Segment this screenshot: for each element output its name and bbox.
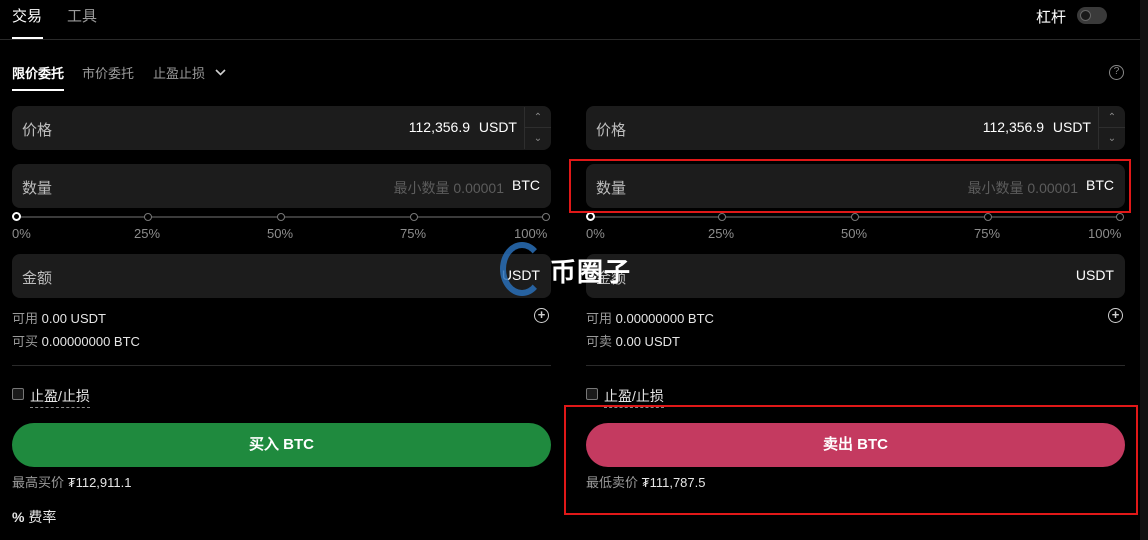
order-type-tpsl-label: 止盈止损: [153, 66, 206, 81]
sell-available-value: 0.00000000 BTC: [615, 311, 714, 326]
sell-slider-tick: 100%: [1088, 226, 1122, 241]
sell-slider-tick: 75%: [974, 226, 1001, 241]
buy-slider-stop[interactable]: [144, 213, 152, 221]
buy-quantity-unit: BTC: [512, 177, 540, 193]
buy-max-value: 0.00000000 BTC: [41, 334, 140, 349]
buy-slider-stop[interactable]: [542, 213, 550, 221]
top-divider: [0, 39, 1148, 40]
sell-slider-tick: 0%: [586, 226, 605, 241]
buy-price-unit: USDT: [478, 119, 517, 135]
buy-amount-label: 金额: [22, 270, 53, 287]
chevron-down-icon: [215, 64, 226, 79]
sell-amount-unit: USDT: [1075, 267, 1114, 283]
sell-amount-field[interactable]: 金额 USDT: [586, 254, 1125, 298]
scrollbar[interactable]: [1140, 0, 1148, 540]
buy-quantity-label: 数量: [22, 180, 53, 197]
sell-price-field[interactable]: 价格 112,356.9 USDT ⌃ ⌄: [586, 106, 1125, 150]
decrement-icon[interactable]: ⌄: [1099, 128, 1125, 149]
buy-price-label: 价格: [22, 122, 53, 139]
sell-tpsl-checkbox[interactable]: [586, 388, 598, 400]
sell-slider-stop[interactable]: [718, 213, 726, 221]
sell-slider-stop[interactable]: [851, 213, 859, 221]
buy-best-price-label: 最高买价: [12, 475, 65, 490]
buy-available: 可用 0.00 USDT: [12, 308, 106, 327]
leverage-label: 杠杆: [1036, 9, 1067, 26]
buy-max-label: 可买: [12, 334, 39, 349]
buy-slider-tick: 75%: [400, 226, 427, 241]
sell-slider-stop[interactable]: [1116, 213, 1124, 221]
order-type-market[interactable]: 市价委托: [82, 63, 134, 82]
buy-max: 可买 0.00000000 BTC: [12, 331, 140, 350]
sell-price-stepper[interactable]: ⌃ ⌄: [1098, 107, 1125, 149]
increment-icon[interactable]: ⌃: [525, 107, 551, 128]
sell-slider-tick: 25%: [708, 226, 735, 241]
leverage-toggle[interactable]: [1077, 7, 1107, 24]
buy-tpsl-checkbox[interactable]: [12, 388, 24, 400]
watermark-text: 币圈子: [550, 257, 632, 287]
sell-max-value: 0.00 USDT: [615, 334, 680, 349]
buy-tpsl-label[interactable]: 止盈/止损: [30, 386, 90, 408]
decrement-icon[interactable]: ⌄: [525, 128, 551, 149]
buy-available-value: 0.00 USDT: [41, 311, 106, 326]
tab-tools[interactable]: 工具: [67, 5, 97, 26]
buy-best-price: 最高买价 ₮112,911.1: [12, 472, 132, 491]
buy-quantity-field[interactable]: 数量 最小数量 0.00001 BTC: [12, 164, 551, 208]
buy-slider-stop[interactable]: [277, 213, 285, 221]
increment-icon[interactable]: ⌃: [1099, 107, 1125, 128]
fee-rate[interactable]: % 费率: [12, 507, 56, 527]
buy-slider-stop[interactable]: [410, 213, 418, 221]
buy-slider-tick: 50%: [267, 226, 294, 241]
order-type-tpsl[interactable]: 止盈止损: [153, 63, 226, 82]
sell-divider: [586, 365, 1125, 366]
sell-max: 可卖 0.00 USDT: [586, 331, 680, 350]
buy-slider-tick: 0%: [12, 226, 31, 241]
sell-price-label: 价格: [596, 122, 627, 139]
sell-available: 可用 0.00000000 BTC: [586, 308, 714, 327]
quantity-highlight-box: [569, 159, 1131, 213]
buy-available-label: 可用: [12, 311, 39, 326]
help-icon[interactable]: ?: [1109, 65, 1124, 80]
buy-slider-tick: 100%: [514, 226, 548, 241]
buy-divider: [12, 365, 551, 366]
tab-trade[interactable]: 交易: [12, 5, 42, 26]
buy-amount-field[interactable]: 金额 USDT: [12, 254, 551, 298]
plus-circle-icon[interactable]: +: [534, 308, 549, 323]
buy-slider-tick: 25%: [134, 226, 161, 241]
plus-circle-icon[interactable]: +: [1108, 308, 1123, 323]
sell-price-value: 112,356.9: [982, 119, 1044, 135]
sell-slider-stop[interactable]: [984, 213, 992, 221]
toggle-knob: [1080, 10, 1091, 21]
sell-button-highlight-box: [564, 405, 1138, 515]
buy-quantity-placeholder: 最小数量 0.00001: [393, 180, 505, 196]
buy-price-stepper[interactable]: ⌃ ⌄: [524, 107, 551, 149]
sell-slider-handle[interactable]: [586, 212, 595, 221]
watermark-logo-ring: [500, 242, 544, 296]
buy-price-value: 112,356.9: [408, 119, 470, 135]
fee-rate-label: 费率: [28, 509, 57, 525]
buy-best-price-value: ₮112,911.1: [67, 475, 132, 490]
percent-icon: %: [12, 509, 25, 525]
sell-price-unit: USDT: [1052, 119, 1091, 135]
buy-btc-button[interactable]: 买入 BTC: [12, 423, 551, 467]
order-type-limit[interactable]: 限价委托: [12, 63, 64, 82]
buy-slider-handle[interactable]: [12, 212, 21, 221]
sell-slider-tick: 50%: [841, 226, 868, 241]
buy-price-field[interactable]: 价格 112,356.9 USDT ⌃ ⌄: [12, 106, 551, 150]
sell-available-label: 可用: [586, 311, 613, 326]
order-type-underline: [12, 89, 64, 91]
sell-max-label: 可卖: [586, 334, 613, 349]
